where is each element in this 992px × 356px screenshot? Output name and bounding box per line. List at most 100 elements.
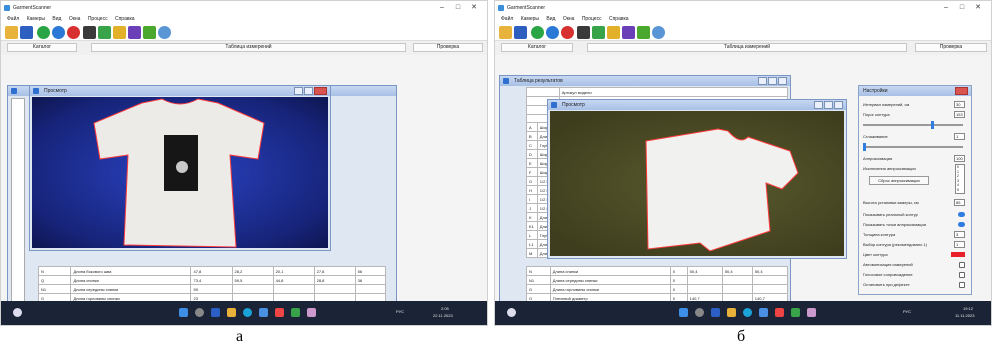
edge-icon[interactable] [243,308,252,317]
store-icon[interactable] [759,308,768,317]
stop-icon[interactable] [561,26,574,39]
menu-help[interactable]: Справка [609,15,629,24]
maximize-icon[interactable] [768,77,777,85]
camera-icon[interactable] [83,26,96,39]
tray-clock-date[interactable]: 11.11.2023 [955,313,974,318]
app-icon[interactable] [307,308,316,317]
tray-language[interactable]: РУС [396,309,404,314]
folder-open-icon[interactable] [5,26,18,39]
slider-thumb[interactable] [863,143,866,151]
measurement-table-button[interactable]: Таблица измерений [587,43,907,52]
weather-icon[interactable] [507,308,516,317]
menu-file[interactable]: Файл [501,15,513,24]
approx-input[interactable]: 100 [954,155,965,162]
gear-icon[interactable] [637,26,650,39]
edge-icon[interactable] [743,308,752,317]
auto-measure-checkbox[interactable] [959,262,965,268]
maximize-icon[interactable] [824,101,833,109]
voice-checkbox[interactable] [959,272,965,278]
exclusions-list[interactable]: 012345 [955,164,965,194]
list-item[interactable]: 5 [957,188,964,193]
minimize-icon[interactable]: – [939,3,953,13]
menu-process[interactable]: Процесс [582,15,602,24]
globe-icon[interactable] [652,26,665,39]
reset-approx-button[interactable]: Сброс аппроксимации [869,176,929,185]
threshold-slider[interactable] [863,121,963,129]
stop-icon[interactable] [67,26,80,39]
camera-height-input[interactable]: 85 [954,199,965,206]
slider-thumb[interactable] [931,121,934,129]
minimize-icon[interactable] [758,77,767,85]
smoothing-input[interactable]: 1 [954,133,965,140]
stop-on-defect-checkbox[interactable] [959,282,965,288]
play-icon[interactable] [531,26,544,39]
tray-clock-time[interactable]: 2:05 [441,306,449,311]
save-icon[interactable] [514,26,527,39]
check-button[interactable]: Проверка [915,43,987,52]
close-icon[interactable] [955,87,968,95]
measurement-table-button[interactable]: Таблица измерений [91,43,406,52]
close-icon[interactable] [834,101,843,109]
chart-icon[interactable] [98,26,111,39]
maximize-icon[interactable]: □ [955,3,969,13]
task-view-icon[interactable] [711,308,720,317]
menu-view[interactable]: Вид [546,15,555,24]
threshold-input[interactable]: 153 [954,111,965,118]
smoothing-slider[interactable] [863,143,963,151]
contour-choice-input[interactable]: 1 [954,241,965,248]
check-button[interactable]: Проверка [413,43,483,52]
maximize-icon[interactable]: □ [451,3,465,13]
pause-icon[interactable] [52,26,65,39]
catalog-button[interactable]: Каталог [7,43,77,52]
app-icon[interactable] [291,308,300,317]
windows-icon[interactable] [179,308,188,317]
search-icon[interactable] [695,308,704,317]
interval-input[interactable]: 30 [954,101,965,108]
menu-windows[interactable]: Окна [563,15,575,24]
tray-clock-date[interactable]: 22.11.2023 [433,313,453,318]
menu-cameras[interactable]: Камеры [27,15,45,24]
windows-icon[interactable] [679,308,688,317]
show-approx-points-toggle[interactable] [958,222,965,227]
capture-icon[interactable] [128,26,141,39]
weather-icon[interactable] [13,308,22,317]
close-icon[interactable]: ✕ [467,3,481,13]
close-icon[interactable] [778,77,787,85]
menu-view[interactable]: Вид [52,15,61,24]
menu-windows[interactable]: Окна [69,15,81,24]
menu-file[interactable]: Файл [7,15,19,24]
brush-icon[interactable] [607,26,620,39]
globe-icon[interactable] [158,26,171,39]
contour-color-swatch[interactable] [951,252,965,257]
save-icon[interactable] [20,26,33,39]
minimize-icon[interactable] [294,87,303,95]
search-icon[interactable] [195,308,204,317]
camera-icon[interactable] [577,26,590,39]
close-icon[interactable]: ✕ [971,3,985,13]
show-real-contour-toggle[interactable] [958,212,965,217]
store-icon[interactable] [259,308,268,317]
tray-clock-time[interactable]: 19:12 [963,306,973,311]
menu-help[interactable]: Справка [115,15,135,24]
minimize-icon[interactable]: – [435,3,449,13]
minimize-icon[interactable] [814,101,823,109]
folder-open-icon[interactable] [499,26,512,39]
explorer-icon[interactable] [227,308,236,317]
task-view-icon[interactable] [211,308,220,317]
capture-icon[interactable] [622,26,635,39]
tray-language[interactable]: РУС [903,309,911,314]
pause-icon[interactable] [546,26,559,39]
brush-icon[interactable] [113,26,126,39]
explorer-icon[interactable] [727,308,736,317]
app-icon[interactable] [275,308,284,317]
menu-process[interactable]: Процесс [88,15,108,24]
app-icon[interactable] [775,308,784,317]
menu-cameras[interactable]: Камеры [521,15,539,24]
play-icon[interactable] [37,26,50,39]
app-icon[interactable] [807,308,816,317]
close-icon[interactable] [314,87,327,95]
catalog-button[interactable]: Каталог [501,43,573,52]
contour-thickness-input[interactable]: 3 [954,231,965,238]
maximize-icon[interactable] [304,87,313,95]
app-icon[interactable] [791,308,800,317]
